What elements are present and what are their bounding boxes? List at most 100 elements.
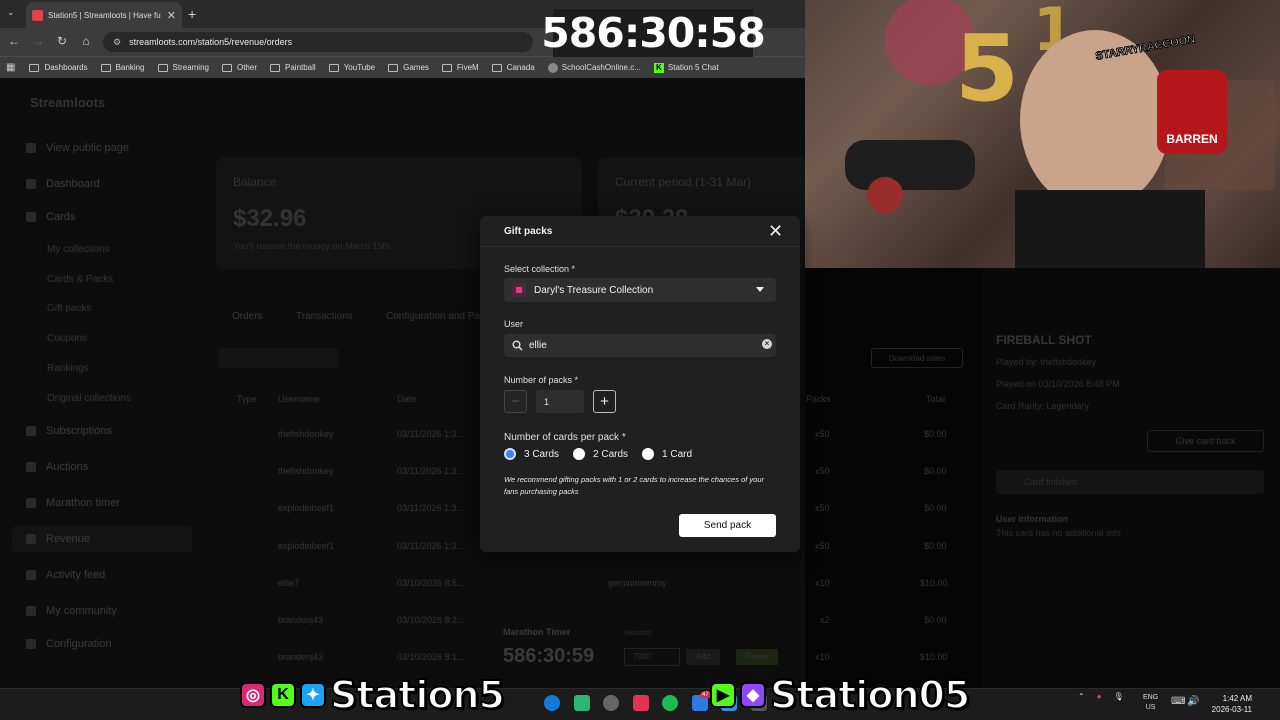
taskbar-clock[interactable]: 1:42 AM 2026-03-11 (1206, 693, 1252, 715)
bookmark-folder[interactable]: Paintball (270, 63, 316, 72)
row-username: explodinbeef1 (278, 541, 335, 551)
bookmark-folder[interactable]: Games (388, 63, 429, 72)
svg-text:5: 5 (955, 15, 1019, 122)
microphone-icon[interactable]: 🎙 (1114, 692, 1124, 701)
tab-search-chevron-icon[interactable]: ⌄ (7, 7, 15, 18)
download-sales-button[interactable]: Download sales (871, 348, 963, 368)
forward-arrow-icon[interactable]: → (30, 34, 46, 48)
bookmark-link[interactable]: SchoolCashOnline.c... (547, 62, 641, 73)
bookmark-label: Canada (506, 63, 535, 72)
bookmark-label: SchoolCashOnline.c... (561, 63, 641, 72)
radio-option-3-cards[interactable]: 3 Cards (504, 448, 559, 460)
sidebar-item-revenue[interactable]: Revenue (26, 533, 90, 545)
sidebar-sub-gift-packs[interactable]: Gift packs (47, 303, 91, 314)
kick-icon: K (270, 682, 296, 708)
bookmark-folder[interactable]: YouTube (328, 63, 375, 72)
sidebar-sub-my-collections[interactable]: My collections (47, 244, 110, 255)
radio-indicator[interactable] (573, 448, 586, 460)
decrease-packs-button[interactable]: − (504, 390, 527, 413)
add-seconds-button[interactable]: Add (686, 649, 720, 665)
sidebar-sub-cards-packs[interactable]: Cards & Packs (47, 274, 113, 285)
radio-indicator[interactable] (642, 448, 655, 460)
tab-transactions[interactable]: Transactions (296, 311, 353, 322)
col-packs: Packs (806, 394, 831, 404)
bookmark-folder[interactable]: Other (221, 63, 257, 72)
filter-select[interactable] (218, 348, 338, 368)
sidebar-item-configuration[interactable]: Configuration (26, 638, 111, 650)
volume-icon[interactable]: 🔊 (1187, 696, 1199, 707)
bookmark-label: Other (236, 63, 257, 72)
sidebar-item-auctions[interactable]: Auctions (26, 461, 88, 473)
tab-close-icon[interactable]: ✕ (167, 9, 176, 22)
row-gifted-to: geminimommy (608, 578, 667, 588)
sidebar-sub-coupons[interactable]: Coupons (47, 333, 87, 344)
pause-timer-button[interactable]: Pause (736, 649, 778, 665)
bookmark-folder[interactable]: Canada (491, 63, 535, 72)
row-date: 03/11/2026 1:3... (397, 466, 464, 476)
tray-overflow-chevron-icon[interactable]: ⌃ (1078, 692, 1085, 701)
bookmark-folder[interactable]: Dashboards (29, 63, 88, 72)
home-icon[interactable]: ⌂ (78, 34, 94, 48)
apps-grid-icon[interactable]: ▦ (6, 62, 15, 73)
sidebar-item-dashboard[interactable]: Dashboard (26, 178, 100, 190)
language-indicator[interactable]: ENG US (1143, 693, 1158, 713)
radio-selected-indicator[interactable] (504, 448, 516, 460)
instagram-icon: ◎ (240, 682, 266, 708)
packs-quantity-input[interactable]: 1 (536, 390, 584, 413)
row-total: $0.00 (924, 466, 947, 476)
rumble-icon: ▶ (709, 682, 736, 708)
give-card-back-button[interactable]: Give card back (1147, 430, 1264, 452)
collection-select[interactable]: Daryl's Treasure Collection (504, 278, 776, 302)
bookmark-folder[interactable]: Banking (100, 63, 145, 72)
seconds-input[interactable]: 7000 (624, 648, 680, 666)
increase-packs-button[interactable]: + (593, 390, 616, 413)
sidebar-sub-original-collections[interactable]: Original collections (47, 393, 131, 404)
row-packs: x2 (820, 615, 830, 625)
sidebar-item-marathon-timer[interactable]: Marathon timer (26, 497, 120, 509)
bookmark-label: Station 5 Chat (667, 63, 719, 72)
folder-icon (388, 63, 399, 72)
tab-configuration[interactable]: Configuration and Pa (386, 311, 480, 322)
security-tray-icon[interactable]: ● (1097, 692, 1102, 701)
folder-icon (100, 63, 111, 72)
bookmark-folder[interactable]: FiveM (441, 63, 479, 72)
sidebar-item-activity-feed[interactable]: Activity feed (26, 569, 105, 581)
folder-icon (270, 63, 280, 72)
balance-value: $32.96 (233, 205, 307, 232)
close-icon[interactable]: ✕ (768, 221, 783, 241)
user-value: ellie (529, 340, 547, 351)
sidebar-item-view-public-page[interactable]: View public page (26, 142, 129, 154)
row-total: $10.00 (920, 652, 948, 662)
send-pack-button[interactable]: Send pack (679, 514, 776, 537)
star-icon (26, 426, 36, 436)
row-total: $0.00 (924, 429, 947, 439)
network-icon[interactable]: ⌨ (1171, 696, 1185, 707)
reload-icon[interactable]: ↻ (54, 34, 70, 48)
folder-icon (221, 63, 232, 72)
period-label: Current period (1-31 Mar) (615, 175, 752, 189)
row-total: $0.00 (924, 541, 947, 551)
sidebar-item-cards[interactable]: Cards (26, 211, 75, 223)
folder-icon (157, 63, 168, 72)
folder-icon (29, 63, 40, 72)
site-info-icon[interactable]: ⚙ (113, 37, 121, 48)
bookmark-link[interactable]: K Station 5 Chat (653, 62, 719, 73)
sidebar-sub-rankings[interactable]: Rankings (47, 363, 89, 374)
sidebar-item-my-community[interactable]: My community (26, 605, 117, 617)
clear-input-icon[interactable]: × (762, 339, 772, 349)
seconds-label: Seconds (624, 630, 652, 637)
tab-orders[interactable]: Orders (232, 311, 263, 322)
card-title: FIREBALL SHOT (996, 333, 1092, 347)
browser-tab[interactable]: Station5 | Streamloots | Have fu ✕ (26, 2, 182, 28)
new-tab-plus-icon[interactable]: + (188, 6, 196, 22)
lang-region: US (1145, 704, 1156, 711)
user-search-input[interactable]: ellie × (504, 334, 776, 357)
radio-option-1-card[interactable]: 1 Card (642, 448, 692, 460)
bookmark-folder[interactable]: Streaming (157, 63, 209, 72)
collection-icon (512, 283, 526, 297)
kick-icon: K (653, 62, 664, 73)
url-bar[interactable]: ⚙ streamloots.com/station5/revenue/order… (103, 32, 533, 52)
sidebar-item-subscriptions[interactable]: Subscriptions (26, 425, 112, 437)
back-arrow-icon[interactable]: ← (6, 34, 22, 48)
radio-option-2-cards[interactable]: 2 Cards (573, 448, 628, 460)
